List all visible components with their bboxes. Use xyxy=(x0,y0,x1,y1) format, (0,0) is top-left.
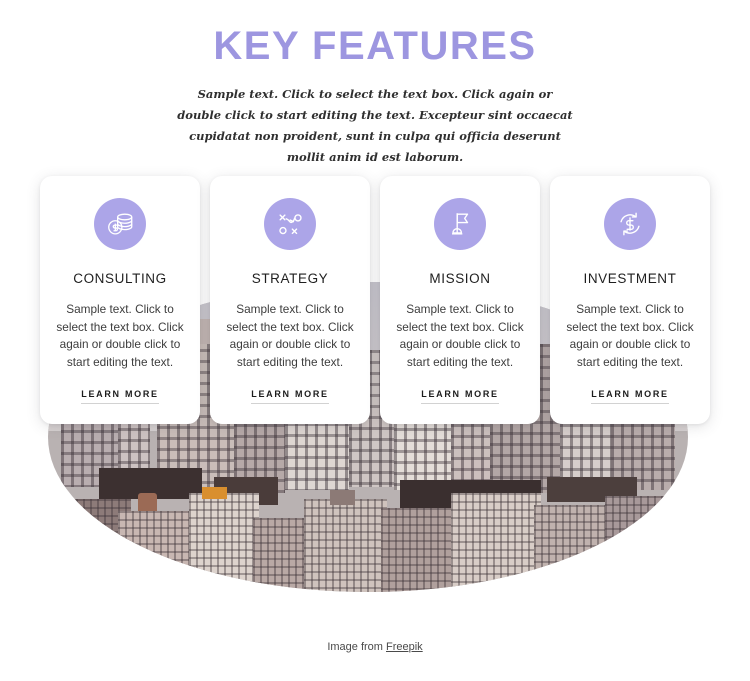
learn-more-link[interactable]: LEARN MORE xyxy=(591,389,669,404)
card-title: CONSULTING xyxy=(73,271,167,286)
feature-cards: CONSULTING Sample text. Click to select … xyxy=(40,176,710,424)
feature-card-consulting[interactable]: CONSULTING Sample text. Click to select … xyxy=(40,176,200,424)
coins-stack-icon xyxy=(94,198,146,250)
learn-more-link[interactable]: LEARN MORE xyxy=(421,389,499,404)
card-text: Sample text. Click to select the text bo… xyxy=(56,302,184,369)
money-exchange-icon xyxy=(604,198,656,250)
learn-more-link[interactable]: LEARN MORE xyxy=(251,389,329,404)
card-title: INVESTMENT xyxy=(583,271,677,286)
header: KEY FEATURES Sample text. Click to selec… xyxy=(0,22,750,168)
card-text: Sample text. Click to select the text bo… xyxy=(566,302,694,369)
learn-more-link[interactable]: LEARN MORE xyxy=(81,389,159,404)
credit-prefix: Image from xyxy=(327,641,386,653)
strategy-tactics-icon xyxy=(264,198,316,250)
landing-page: KEY FEATURES Sample text. Click to selec… xyxy=(0,0,750,681)
card-text: Sample text. Click to select the text bo… xyxy=(396,302,524,369)
flag-icon xyxy=(434,198,486,250)
card-title: STRATEGY xyxy=(251,271,329,286)
page-subtitle: Sample text. Click to select the text bo… xyxy=(177,87,573,164)
page-title: KEY FEATURES xyxy=(213,24,537,68)
card-title: MISSION xyxy=(429,271,491,286)
feature-card-strategy[interactable]: STRATEGY Sample text. Click to select th… xyxy=(210,176,370,424)
image-credit: Image from Freepik xyxy=(0,641,750,653)
feature-card-mission[interactable]: MISSION Sample text. Click to select the… xyxy=(380,176,540,424)
card-text: Sample text. Click to select the text bo… xyxy=(226,302,354,369)
feature-card-investment[interactable]: INVESTMENT Sample text. Click to select … xyxy=(550,176,710,424)
freepik-link[interactable]: Freepik xyxy=(386,641,423,653)
